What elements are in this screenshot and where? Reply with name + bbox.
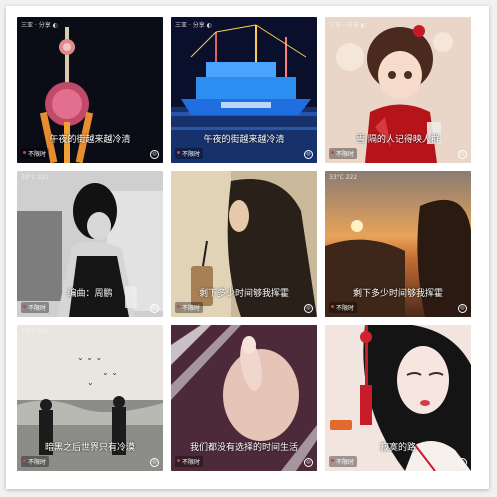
svg-text:⌄: ⌄ [87, 378, 94, 387]
svg-text:⌄ ⌄: ⌄ ⌄ [102, 368, 118, 377]
time-badge: 不限时 [21, 302, 50, 313]
record-icon: ◎ [304, 304, 313, 313]
tile-tag: 三亚 · 分享 ◐ [21, 22, 58, 29]
tile-7[interactable]: ⌄ ⌄ ⌄ ⌄ ⌄ ⌄ 33°C 222 暗黑之后世界只有冷漠 不限时 ◎ [17, 325, 163, 471]
record-icon: ◎ [304, 458, 313, 467]
record-icon: ◎ [458, 458, 467, 467]
svg-text:⌄ ⌄ ⌄: ⌄ ⌄ ⌄ [77, 353, 102, 362]
tile-8[interactable]: 我们都没有选择的时间生活 不限时 ◎ [171, 325, 317, 471]
tile-caption: 剩下多少时间够我挥霍 [198, 289, 289, 299]
record-icon: ◎ [458, 304, 467, 313]
time-badge: 不限时 [175, 148, 204, 159]
tile-tag: 33°C 222 [329, 174, 358, 181]
time-badge: 不限时 [175, 456, 204, 467]
tile-caption: 剩下多少时间够我挥霍 [352, 289, 443, 299]
tile-caption: 暗黑之后世界只有冷漠 [44, 443, 135, 453]
record-icon: ◎ [150, 304, 159, 313]
tile-9[interactable]: 寂寞的路 不限时 ◎ [325, 325, 471, 471]
tile-caption: 雪 隔的人记得映人群 [356, 135, 440, 145]
photo-grid: 三亚 · 分享 ◐ 午夜的街越来越冷清 不限时 ◎ 三亚 · 分享 ◐ 午夜的街… [17, 17, 477, 477]
tile-caption: 编曲：周鹏 [67, 289, 113, 299]
tile-5[interactable]: 剩下多少时间够我挥霍 不限时 ◎ [171, 171, 317, 317]
record-icon: ◎ [304, 150, 313, 159]
tile-1[interactable]: 三亚 · 分享 ◐ 午夜的街越来越冷清 不限时 ◎ [17, 17, 163, 163]
time-badge: 不限时 [21, 148, 50, 159]
tile-caption: 我们都没有选择的时间生活 [189, 443, 298, 453]
time-badge: 不限时 [175, 302, 204, 313]
tile-tag: 33°C 222 [21, 328, 50, 335]
record-icon: ◎ [150, 458, 159, 467]
time-badge: 不限时 [329, 302, 358, 313]
time-badge: 不限时 [329, 148, 358, 159]
tile-4[interactable]: 33°C 222 编曲：周鹏 不限时 ◎ [17, 171, 163, 317]
tile-6[interactable]: 33°C 222 剩下多少时间够我挥霍 不限时 ◎ [325, 171, 471, 317]
tile-2[interactable]: 三亚 · 分享 ◐ 午夜的街越来越冷清 不限时 ◎ [171, 17, 317, 163]
record-icon: ◎ [458, 150, 467, 159]
tile-caption: 寂寞的路 [379, 443, 416, 453]
tile-3[interactable]: 三亚 · 分享 ◐ 雪 隔的人记得映人群 不限时 ◎ [325, 17, 471, 163]
tile-caption: 午夜的街越来越冷清 [49, 135, 131, 145]
tile-tag: 三亚 · 分享 ◐ [329, 22, 366, 29]
tile-tag: 三亚 · 分享 ◐ [175, 22, 212, 29]
tile-tag: 33°C 222 [21, 174, 50, 181]
record-icon: ◎ [150, 150, 159, 159]
time-badge: 不限时 [21, 456, 50, 467]
time-badge: 不限时 [329, 456, 358, 467]
tile-caption: 午夜的街越来越冷清 [203, 135, 285, 145]
